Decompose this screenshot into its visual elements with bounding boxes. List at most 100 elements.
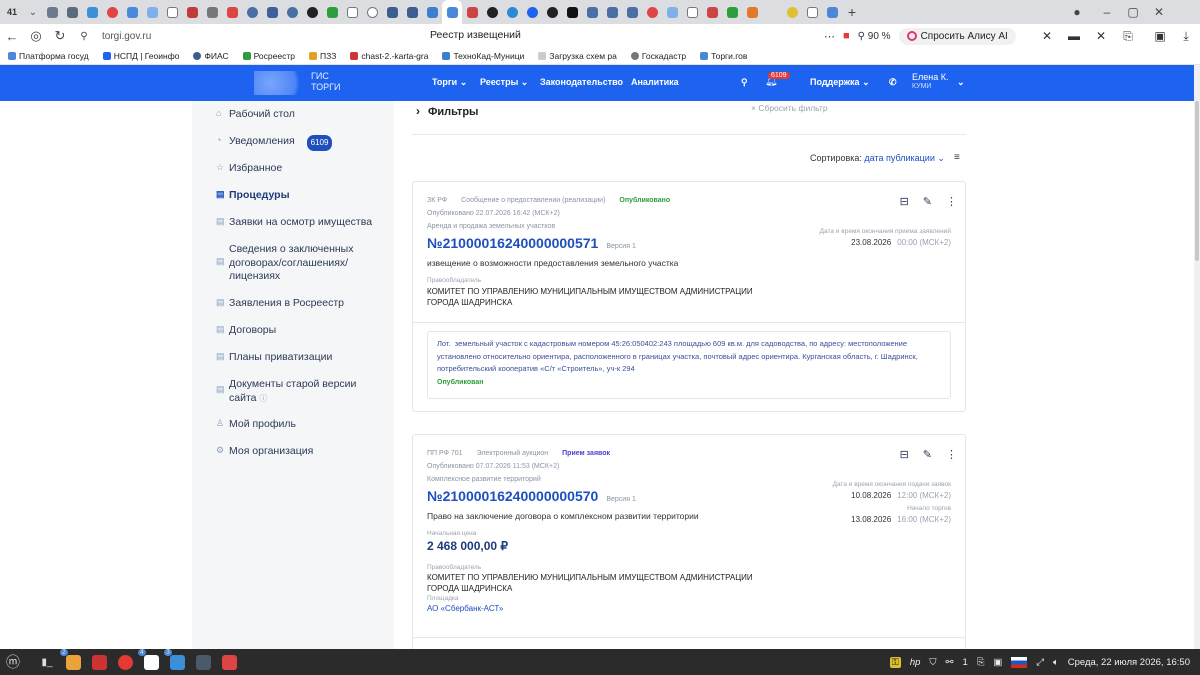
search-icon[interactable]: ⚲	[741, 77, 748, 88]
browser-tab[interactable]	[742, 0, 762, 24]
filters-toggle[interactable]: › Фильтры	[416, 104, 478, 118]
clipboard-icon[interactable]: ⎘	[977, 657, 985, 668]
extension-icon[interactable]: ▣	[1148, 24, 1172, 48]
video-player-icon[interactable]	[86, 649, 112, 675]
document-viewer-icon[interactable]: 3	[164, 649, 190, 675]
edit-icon[interactable]: ✎	[923, 195, 932, 208]
browser-tab[interactable]	[722, 0, 742, 24]
yandex-shield-icon[interactable]: ◎	[24, 28, 48, 44]
nav-legislation[interactable]: Законодательство	[540, 77, 623, 87]
sidebar-item-inspection-requests[interactable]: ▤ Заявки на осмотр имущества	[216, 216, 372, 230]
browser-tab[interactable]	[122, 0, 142, 24]
browser-tab[interactable]	[222, 0, 242, 24]
image-viewer-icon[interactable]	[216, 649, 242, 675]
logo-text[interactable]: ГИС ТОРГИ	[311, 71, 340, 93]
reset-filter-button[interactable]: × Сбросить фильтр	[751, 103, 828, 113]
browser-tab[interactable]	[302, 0, 322, 24]
browser-tab[interactable]	[362, 0, 382, 24]
edit-icon[interactable]: ✎	[923, 448, 932, 461]
volume-icon[interactable]: 🔈︎	[1053, 657, 1059, 668]
phone-icon[interactable]: ✆	[889, 77, 897, 88]
minimize-icon[interactable]: –	[1094, 0, 1120, 24]
russian-flag-icon[interactable]	[1011, 656, 1028, 668]
browser-tab[interactable]	[282, 0, 302, 24]
browser-tab[interactable]	[482, 0, 502, 24]
browser-tab[interactable]	[42, 0, 62, 24]
browser-tab[interactable]	[662, 0, 682, 24]
browser-tab[interactable]	[762, 0, 782, 24]
notice-number[interactable]: №21000016240000000571 Версия 1	[427, 235, 636, 251]
browser-tab[interactable]	[322, 0, 342, 24]
more-vertical-icon[interactable]: ⋮	[946, 195, 957, 208]
browser-tab[interactable]	[402, 0, 422, 24]
browser-tab[interactable]	[562, 0, 582, 24]
more-icon[interactable]: ⋯	[824, 30, 835, 43]
sidebar-item-procedures[interactable]: ▤ Процедуры	[216, 189, 290, 203]
browser-tab[interactable]	[522, 0, 542, 24]
extension-icon[interactable]: ⎘	[1116, 24, 1140, 48]
bookmark-item[interactable]: Загрузка схем ра	[538, 51, 617, 61]
browser-tab[interactable]	[182, 0, 202, 24]
browser-tab[interactable]	[622, 0, 642, 24]
bookmark-item[interactable]: Платформа госуд	[8, 51, 89, 61]
browser-tab[interactable]	[142, 0, 162, 24]
sidebar-item-notifications[interactable]: ◔ Уведомления 6109	[216, 135, 333, 151]
browser-tab[interactable]	[542, 0, 562, 24]
download-icon[interactable]: ⤓	[1174, 24, 1198, 48]
expand-icon[interactable]: ⤢	[1036, 657, 1044, 668]
browser-tab[interactable]	[782, 0, 802, 24]
tab-count[interactable]: 41	[0, 7, 24, 17]
profile-icon[interactable]: ●	[1064, 0, 1090, 24]
scrollbar-thumb[interactable]	[1195, 101, 1199, 261]
sidebar-item-desktop[interactable]: ⌂ Рабочий стол	[216, 108, 295, 122]
clock[interactable]: Среда, 22 июля 2026, 16:50	[1068, 657, 1190, 668]
compare-icon[interactable]: ⊟	[900, 448, 909, 461]
gis-torgi-logo[interactable]	[254, 71, 310, 95]
shield-icon[interactable]: ⛉	[929, 657, 936, 668]
alice-button[interactable]: Спросить Алису AI	[898, 27, 1016, 45]
new-tab-plus-icon[interactable]: +	[842, 4, 862, 20]
browser-tab[interactable]	[422, 0, 442, 24]
sort-order-icon[interactable]: ≡	[954, 152, 960, 163]
browser-tab[interactable]	[342, 0, 362, 24]
sidebar-item-contracts[interactable]: ▤ Договоры	[216, 324, 276, 338]
bookmark-item[interactable]: Торги.гов	[700, 51, 747, 61]
sidebar-item-favorites[interactable]: ☆ Избранное	[216, 162, 282, 176]
bookmark-item[interactable]: ФИАС	[193, 51, 229, 61]
reload-icon[interactable]: ↻	[48, 28, 72, 44]
browser-tab[interactable]	[82, 0, 102, 24]
browser-tab[interactable]	[262, 0, 282, 24]
nav-registries[interactable]: Реестры ⌄	[480, 77, 528, 88]
browser-tab[interactable]	[502, 0, 522, 24]
extension-icon[interactable]: ✕	[1035, 24, 1059, 48]
network-icon[interactable]: ⚯	[946, 657, 954, 668]
yandex-browser-icon[interactable]	[112, 649, 138, 675]
sidebar-item-rosreestr[interactable]: ▤ Заявления в Росреестр	[216, 297, 344, 311]
compare-icon[interactable]: ⊟	[900, 195, 909, 208]
extension-icon[interactable]: ▬	[1062, 24, 1086, 48]
back-arrow-icon[interactable]: ←	[0, 29, 24, 44]
extension-icon[interactable]: ✕	[1089, 24, 1113, 48]
browser-tab[interactable]	[582, 0, 602, 24]
sidebar-item-profile[interactable]: ♙ Мой профиль	[216, 418, 296, 432]
browser-tab[interactable]	[822, 0, 842, 24]
browser-tab[interactable]	[62, 0, 82, 24]
security-icon[interactable]: ⚿	[889, 656, 901, 668]
sidebar-item-privatization-plans[interactable]: ▤ Планы приватизации	[216, 351, 332, 365]
support-menu[interactable]: Поддержка ⌄	[810, 77, 870, 88]
zoom-level[interactable]: ⚲ 90 %	[858, 31, 891, 42]
notice-number[interactable]: №21000016240000000570 Версия 1	[427, 488, 636, 504]
browser-tab[interactable]	[642, 0, 662, 24]
browser-tab[interactable]	[602, 0, 622, 24]
lot-box[interactable]: Лот. земельный участок с кадастровым ном…	[427, 331, 951, 399]
browser-tab[interactable]	[242, 0, 262, 24]
user-menu[interactable]: Елена К. КУМИ	[912, 72, 948, 92]
files-icon[interactable]: 2	[60, 649, 86, 675]
bookmark-icon[interactable]: ■	[843, 30, 850, 42]
bookmark-item[interactable]: ПЗЗ	[308, 51, 336, 61]
browser-tab[interactable]	[382, 0, 402, 24]
nav-analytics[interactable]: Аналитика	[631, 77, 679, 87]
site-info-icon[interactable]: ⚲	[72, 31, 96, 42]
bookmark-item[interactable]: Госкадастр	[630, 51, 686, 61]
terminal-icon[interactable]: ▮_	[34, 649, 60, 675]
